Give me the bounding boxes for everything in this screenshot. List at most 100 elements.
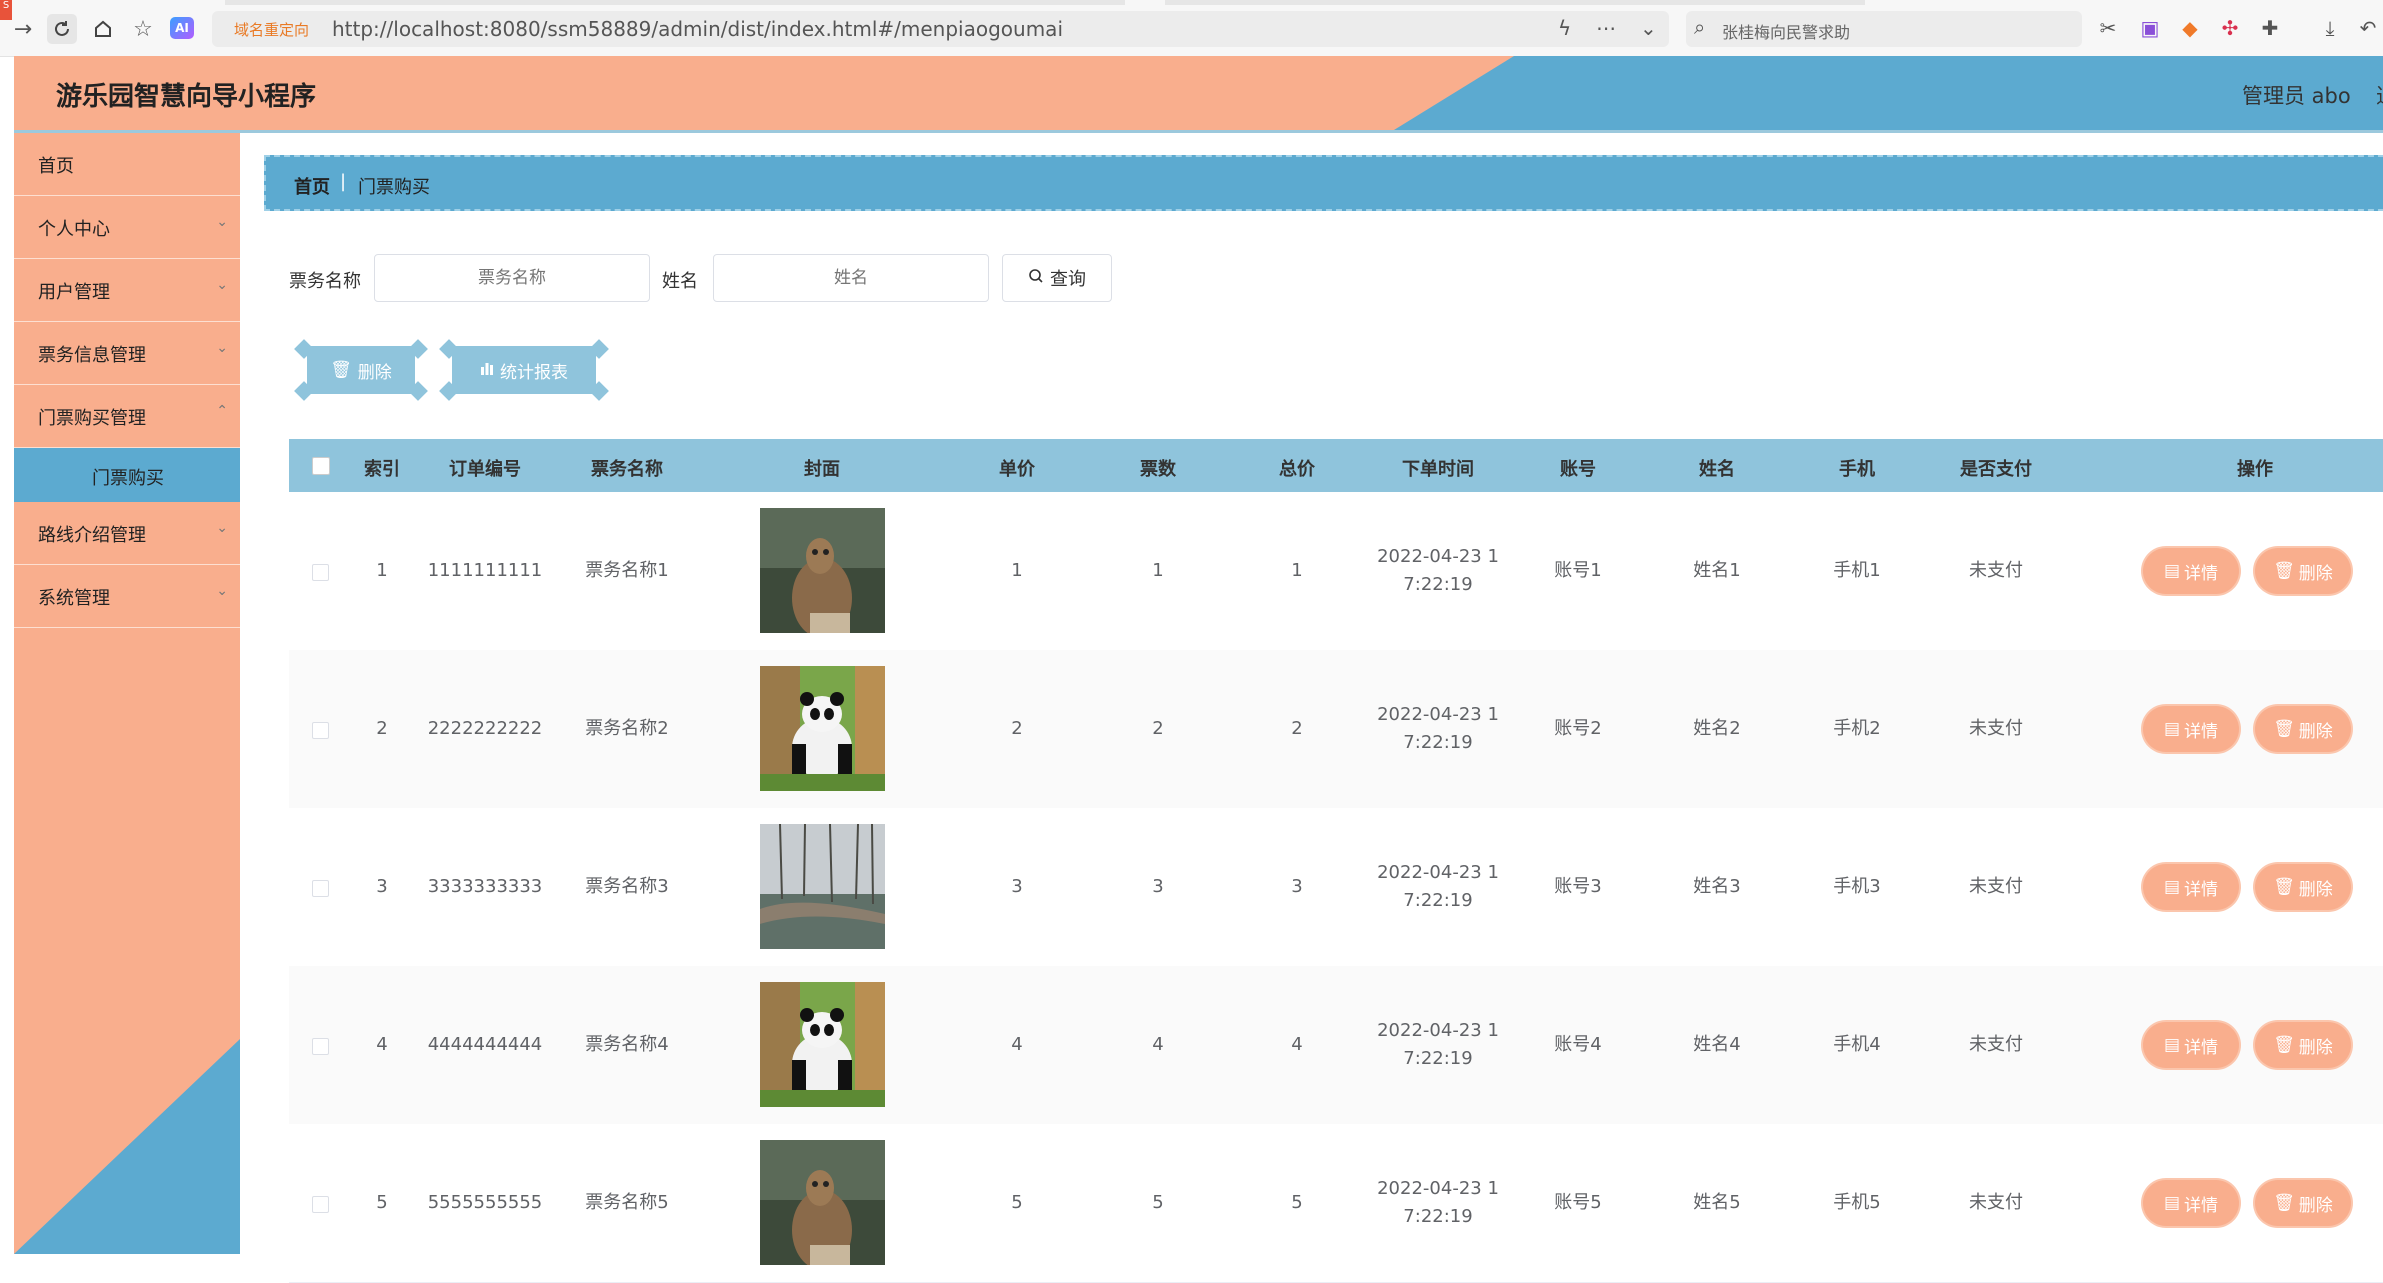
sidebar-subitem-ticket-purchase[interactable]: 门票购买 (14, 448, 240, 502)
cell-order-no: 1111111111 (427, 560, 543, 581)
undo-icon[interactable]: ↶ (2354, 14, 2382, 42)
ticket-name-input[interactable] (374, 254, 650, 302)
tab-inactive[interactable] (225, 0, 1125, 5)
cell-paid: 未支付 (1969, 1034, 2023, 1055)
column-header: 姓名 (1699, 459, 1735, 480)
cell-order-no: 4444444444 (427, 1034, 543, 1055)
game-icon[interactable]: ◆ (2176, 14, 2204, 42)
cell-order-no: 3333333333 (427, 876, 543, 897)
cell-phone: 手机4 (1833, 1034, 1881, 1055)
column-header: 下单时间 (1402, 459, 1474, 480)
button-decoration (294, 381, 314, 401)
delete-button[interactable]: 🗑 删除 (2255, 1022, 2351, 1068)
tab-inactive[interactable] (1165, 0, 1865, 5)
cell-total: 4 (1291, 1034, 1303, 1055)
cell-phone: 手机1 (1833, 560, 1881, 581)
url-text[interactable]: http://localhost:8080/ssm58889/admin/dis… (332, 17, 1063, 41)
sidebar-item-ticket-purchase[interactable]: 门票购买管理 ⌃ (14, 385, 240, 448)
cell-index: 2 (376, 718, 388, 739)
select-all-checkbox[interactable] (312, 457, 330, 475)
detail-button[interactable]: ▤ 详情 (2143, 864, 2239, 910)
cell-count: 5 (1152, 1192, 1164, 1213)
breadcrumb-current: 门票购买 (358, 177, 430, 198)
sidebar-item-label: 票务信息管理 (38, 345, 146, 366)
cell-ticket-name: 票务名称1 (585, 560, 669, 581)
address-bar[interactable]: 域名重定向 http://localhost:8080/ssm58889/adm… (212, 11, 1669, 47)
chevron-down-icon[interactable]: ⌄ (1640, 16, 1657, 40)
cover-image (760, 824, 885, 949)
lightning-icon[interactable]: ϟ (1558, 16, 1571, 40)
button-decoration (294, 339, 314, 359)
breadcrumb-home[interactable]: 首页 (294, 173, 330, 199)
bookmark-star-icon[interactable]: ☆ (128, 14, 158, 44)
sidebar-item-user-management[interactable]: 用户管理 ⌄ (14, 259, 240, 322)
cell-name: 姓名4 (1693, 1034, 1741, 1055)
cell-paid: 未支付 (1969, 718, 2023, 739)
trash-icon: 🗑 (2273, 561, 2295, 581)
detail-button[interactable]: ▤ 详情 (2143, 1022, 2239, 1068)
translate-icon[interactable]: ▣ (2136, 14, 2164, 42)
browser-search-bar[interactable]: ⌕ 张桂梅向民警求助 (1686, 11, 2082, 47)
sidebar-item-label: 个人中心 (38, 219, 110, 240)
query-button-label: 查询 (1050, 269, 1086, 290)
batch-delete-button[interactable]: 🗑 删除 (294, 339, 428, 401)
time-line-2: 7:22:19 (1403, 1206, 1473, 1227)
column-header: 订单编号 (449, 459, 521, 480)
row-checkbox[interactable] (312, 564, 329, 581)
button-decoration (439, 339, 459, 359)
delete-button-label: 删除 (2298, 1037, 2333, 1058)
cell-ticket-name: 票务名称3 (585, 876, 669, 897)
detail-button[interactable]: ▤ 详情 (2143, 548, 2239, 594)
cell-count: 3 (1152, 876, 1164, 897)
detail-button[interactable]: ▤ 详情 (2143, 1180, 2239, 1226)
cell-ticket-name: 票务名称4 (585, 1034, 669, 1055)
sidebar-item-personal-center[interactable]: 个人中心 ⌄ (14, 196, 240, 259)
table-row: 2 2222222222 票务名称2 2 2 2 账号2 姓名2 手机2 未支付 2022-04-2… (289, 650, 2383, 809)
cell-price: 4 (1011, 1034, 1023, 1055)
delete-button[interactable]: 🗑 删除 (2255, 706, 2351, 752)
row-checkbox[interactable] (312, 880, 329, 897)
bar-chart-icon (480, 360, 494, 380)
cover-image (760, 508, 885, 633)
delete-button[interactable]: 🗑 删除 (2255, 548, 2351, 594)
batch-delete-label: 删除 (357, 362, 392, 383)
search-suggestion-text[interactable]: 张桂梅向民警求助 (1722, 19, 1850, 43)
extension-icon[interactable]: ✣ (2216, 14, 2244, 42)
sidebar-item-home[interactable]: 首页 (14, 133, 240, 196)
detail-button[interactable]: ▤ 详情 (2143, 706, 2239, 752)
puzzle-icon[interactable]: ✚ (2256, 14, 2284, 42)
table-row: 1 1111111111 票务名称1 1 1 1 账号1 姓名1 手机1 未支付 2022-04-2… (289, 492, 2383, 651)
trash-icon: 🗑 (330, 360, 352, 380)
cell-name: 姓名1 (1693, 560, 1741, 581)
logout-link[interactable]: 退 (2376, 80, 2383, 110)
query-button[interactable]: 查询 (1002, 254, 1112, 302)
table-row: 4 4444444444 票务名称4 4 4 4 账号4 姓名4 手机4 未支付 2022-04-2… (289, 966, 2383, 1125)
scissors-icon[interactable]: ✂ (2094, 14, 2122, 42)
row-checkbox[interactable] (312, 1038, 329, 1055)
trash-icon: 🗑 (2273, 1193, 2295, 1213)
document-icon: ▤ (2163, 1193, 2181, 1213)
row-checkbox[interactable] (312, 1196, 329, 1213)
detail-button-label: 详情 (2184, 563, 2219, 584)
sidebar-item-ticket-info[interactable]: 票务信息管理 ⌄ (14, 322, 240, 385)
button-decoration (408, 381, 428, 401)
time-line-1: 2022-04-23 1 (1377, 1020, 1499, 1041)
more-icon[interactable]: ⋯ (1596, 16, 1616, 40)
home-icon[interactable] (88, 14, 118, 44)
delete-button[interactable]: 🗑 删除 (2255, 864, 2351, 910)
stats-report-button[interactable]: 统计报表 (439, 339, 609, 401)
cell-index: 4 (376, 1034, 388, 1055)
ai-assistant-icon[interactable]: AI (170, 17, 194, 39)
button-decoration (408, 339, 428, 359)
row-checkbox[interactable] (312, 722, 329, 739)
delete-button[interactable]: 🗑 删除 (2255, 1180, 2351, 1226)
cover-image (760, 1140, 885, 1265)
forward-icon[interactable]: → (8, 14, 38, 44)
button-decoration (439, 381, 459, 401)
download-icon[interactable]: ⤓ (2316, 14, 2344, 42)
sidebar-item-system[interactable]: 系统管理 ⌄ (14, 565, 240, 628)
reload-icon[interactable] (47, 14, 77, 44)
table-row: 5 5555555555 票务名称5 5 5 5 账号5 姓名5 手机5 未支付 2022-04-2… (289, 1124, 2383, 1283)
name-input[interactable] (713, 254, 989, 302)
sidebar-item-route-intro[interactable]: 路线介绍管理 ⌄ (14, 502, 240, 565)
